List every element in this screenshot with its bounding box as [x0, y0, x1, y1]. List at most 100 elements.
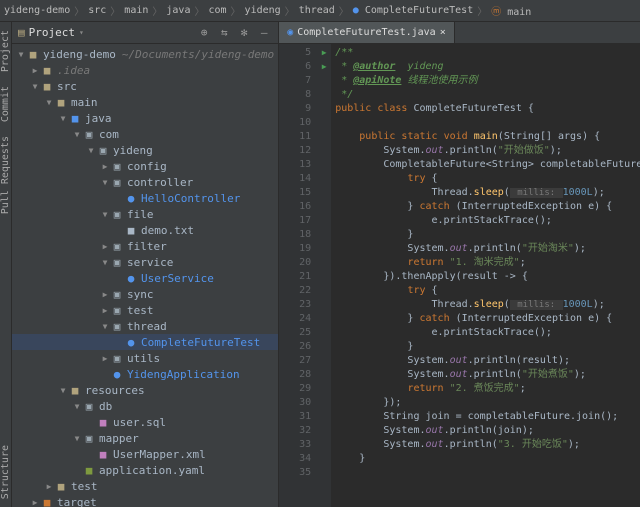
tab-project[interactable]: Project	[0, 30, 11, 72]
project-panel: ▤ Project ▾ ⊕ ⇆ ✻ — ▼■yideng-demo~/Docum…	[12, 22, 279, 507]
tree-item--idea[interactable]: ▶■.idea	[12, 62, 278, 78]
tree-item-label: UserMapper.xml	[113, 448, 206, 461]
tree-item-application-yaml[interactable]: ■application.yaml	[12, 462, 278, 478]
breadcrumb-item[interactable]: java	[166, 5, 190, 16]
tree-item-label: application.yaml	[99, 464, 205, 477]
chevron-right-icon[interactable]: ▶	[100, 290, 110, 299]
project-tree[interactable]: ▼■yideng-demo~/Documents/yideng-demo▶■.i…	[12, 44, 278, 507]
code-area[interactable]: /** * @author yideng * @apiNote 线程池使用示例 …	[331, 44, 640, 507]
run-gutter[interactable]: ▶▶	[317, 44, 331, 507]
close-icon[interactable]: ×	[440, 27, 446, 38]
tree-item-label: config	[127, 160, 167, 173]
tree-item-thread[interactable]: ▼▣thread	[12, 318, 278, 334]
chevron-down-icon[interactable]: ▼	[72, 130, 82, 139]
tree-item-demo-txt[interactable]: ■demo.txt	[12, 222, 278, 238]
chevron-down-icon[interactable]: ▾	[79, 28, 84, 37]
tree-item-file[interactable]: ▼▣file	[12, 206, 278, 222]
tree-item-completefuturetest[interactable]: ●CompleteFutureTest	[12, 334, 278, 350]
breadcrumb-item[interactable]: ● CompleteFutureTest	[353, 5, 473, 16]
tree-item-controller[interactable]: ▼▣controller	[12, 174, 278, 190]
tree-item-usermapper-xml[interactable]: ■UserMapper.xml	[12, 446, 278, 462]
chevron-right-icon[interactable]: ▶	[30, 498, 40, 507]
expand-icon[interactable]: ⇆	[216, 25, 232, 41]
tree-item-target[interactable]: ▶■target	[12, 494, 278, 507]
tree-item-com[interactable]: ▼▣com	[12, 126, 278, 142]
tree-item-resources[interactable]: ▼■resources	[12, 382, 278, 398]
chevron-down-icon[interactable]: ▼	[58, 386, 68, 395]
chevron-down-icon[interactable]: ▼	[58, 114, 68, 123]
tree-item-service[interactable]: ▼▣service	[12, 254, 278, 270]
panel-title: Project	[29, 26, 75, 39]
editor-tabs: ◉ CompleteFutureTest.java ×	[279, 22, 640, 44]
tree-item-label: test	[71, 480, 98, 493]
chevron-down-icon[interactable]: ▼	[100, 322, 110, 331]
pkg-icon: ▣	[110, 304, 124, 317]
chevron-down-icon[interactable]: ▼	[30, 82, 40, 91]
tree-item-main[interactable]: ▼■main	[12, 94, 278, 110]
chevron-down-icon[interactable]: ▼	[100, 258, 110, 267]
java-icon: ●	[124, 192, 138, 205]
tree-item-label: yideng-demo	[43, 48, 116, 61]
txt-icon: ■	[124, 224, 138, 237]
tree-item-java[interactable]: ▼■java	[12, 110, 278, 126]
code-editor[interactable]: 5678910111213141516171819202122232425262…	[279, 44, 640, 507]
chevron-right-icon[interactable]: ▶	[44, 482, 54, 491]
tree-item-label: filter	[127, 240, 167, 253]
tree-item-mapper[interactable]: ▼▣mapper	[12, 430, 278, 446]
tab-pull-requests[interactable]: Pull Requests	[0, 136, 11, 214]
tab-structure[interactable]: Structure	[0, 445, 11, 499]
chevron-right-icon[interactable]: ▶	[100, 242, 110, 251]
target-icon[interactable]: ⊕	[196, 25, 212, 41]
breadcrumb-item[interactable]: ⓜ main	[491, 3, 531, 18]
tree-item-hellocontroller[interactable]: ●HelloController	[12, 190, 278, 206]
main-area: Project Commit Pull Requests Structure ▤…	[0, 22, 640, 507]
tool-window-tabs: Project Commit Pull Requests Structure	[0, 22, 12, 507]
breadcrumb-item[interactable]: main	[124, 5, 148, 16]
chevron-right-icon[interactable]: ▶	[100, 306, 110, 315]
tree-item-userservice[interactable]: ●UserService	[12, 270, 278, 286]
breadcrumb-item[interactable]: thread	[299, 5, 335, 16]
tree-item-test[interactable]: ▶■test	[12, 478, 278, 494]
tree-item-sync[interactable]: ▶▣sync	[12, 286, 278, 302]
chevron-down-icon[interactable]: ▼	[44, 98, 54, 107]
chevron-down-icon[interactable]: ▼	[72, 402, 82, 411]
chevron-down-icon[interactable]: ▼	[16, 50, 26, 59]
tab-commit[interactable]: Commit	[0, 86, 11, 122]
breadcrumb-item[interactable]: com	[208, 5, 226, 16]
folder-open-icon: ■	[26, 48, 40, 61]
breadcrumb-item[interactable]: src	[88, 5, 106, 16]
folder-icon: ■	[54, 96, 68, 109]
chevron-right-icon[interactable]: ▶	[100, 162, 110, 171]
tree-item-yideng-demo[interactable]: ▼■yideng-demo~/Documents/yideng-demo	[12, 46, 278, 62]
breadcrumb-item[interactable]: yideng-demo	[4, 5, 70, 16]
run-icon[interactable]: ▶	[317, 60, 331, 74]
tree-item-src[interactable]: ▼■src	[12, 78, 278, 94]
chevron-right-icon[interactable]: ▶	[100, 354, 110, 363]
tree-item-db[interactable]: ▼▣db	[12, 398, 278, 414]
tree-item-utils[interactable]: ▶▣utils	[12, 350, 278, 366]
chevron-down-icon[interactable]: ▼	[100, 210, 110, 219]
java-icon: ●	[110, 368, 124, 381]
chevron-down-icon[interactable]: ▼	[86, 146, 96, 155]
tree-item-yideng[interactable]: ▼▣yideng	[12, 142, 278, 158]
gear-icon[interactable]: ✻	[236, 25, 252, 41]
tree-item-yidengapplication[interactable]: ●YidengApplication	[12, 366, 278, 382]
tree-item-label: user.sql	[113, 416, 166, 429]
chevron-right-icon[interactable]: ▶	[30, 66, 40, 75]
chevron-down-icon[interactable]: ▼	[72, 434, 82, 443]
java-icon: ●	[124, 272, 138, 285]
tree-item-filter[interactable]: ▶▣filter	[12, 238, 278, 254]
tree-item-label: HelloController	[141, 192, 240, 205]
tree-item-config[interactable]: ▶▣config	[12, 158, 278, 174]
editor-tab-active[interactable]: ◉ CompleteFutureTest.java ×	[279, 22, 455, 43]
tree-item-user-sql[interactable]: ■user.sql	[12, 414, 278, 430]
tree-item-test[interactable]: ▶▣test	[12, 302, 278, 318]
tree-item-label: db	[99, 400, 112, 413]
run-icon[interactable]: ▶	[317, 46, 331, 60]
tree-item-label: mapper	[99, 432, 139, 445]
tree-item-label: .idea	[57, 64, 90, 77]
chevron-down-icon[interactable]: ▼	[100, 178, 110, 187]
hide-icon[interactable]: —	[256, 25, 272, 41]
breadcrumb: yideng-demo〉src〉main〉java〉com〉yideng〉thr…	[0, 0, 640, 22]
breadcrumb-item[interactable]: yideng	[245, 5, 281, 16]
